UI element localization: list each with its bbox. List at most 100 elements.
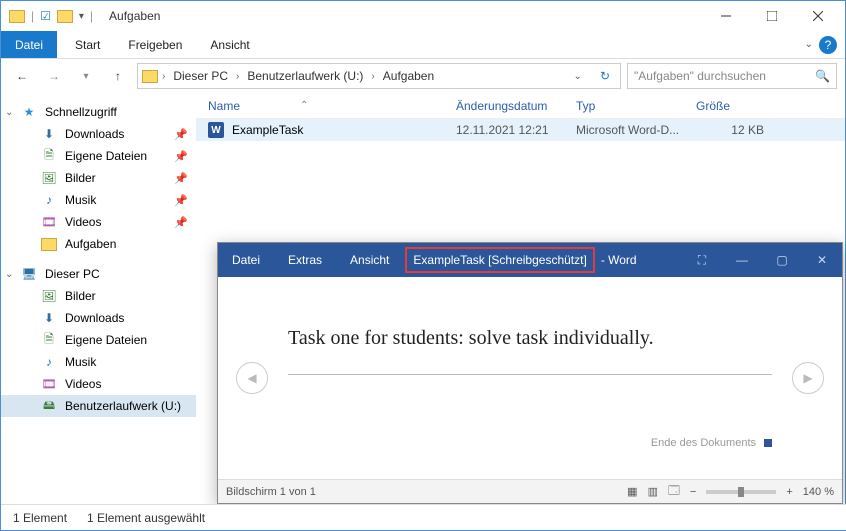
word-tab-extras[interactable]: Extras (274, 243, 336, 277)
file-row[interactable]: W ExampleTask 12.11.2021 12:21 Microsoft… (196, 119, 845, 141)
zoom-level[interactable]: 140 % (803, 486, 834, 498)
chevron-right-icon[interactable]: › (236, 71, 239, 82)
folder-icon[interactable] (57, 8, 73, 24)
pc-icon: 🖥 (21, 266, 37, 282)
qat-dropdown-icon[interactable]: ▾ (79, 11, 84, 22)
tab-view[interactable]: Ansicht (196, 31, 263, 58)
search-box[interactable]: "Aufgaben" durchsuchen 🔍 (627, 63, 837, 89)
forward-button[interactable]: → (41, 63, 67, 89)
explorer-title-bar: | ☑ ▾ | Aufgaben (1, 1, 845, 31)
help-icon[interactable]: ? (819, 36, 837, 54)
sidebar-item-documents[interactable]: 🗎Eigene Dateien📌 (1, 145, 196, 167)
word-document-icon: W (208, 122, 224, 138)
pin-icon: 📌 (174, 150, 188, 163)
word-status-bar: Bildschirm 1 von 1 ▦ ▥ 🗔 − + 140 % (218, 479, 842, 503)
sidebar-item-downloads[interactable]: ⬇ Downloads 📌 (1, 123, 196, 145)
back-button[interactable]: ← (9, 63, 35, 89)
expand-icon[interactable]: ⌄ (5, 107, 13, 118)
word-title-bar: Datei Extras Ansicht ExampleTask [Schrei… (218, 243, 842, 277)
sidebar-label: Eigene Dateien (65, 333, 147, 347)
sidebar-item-aufgaben[interactable]: Aufgaben (1, 233, 196, 255)
document-text: Task one for students: solve task indivi… (288, 327, 772, 350)
sidebar-item-drive-u[interactable]: 🖴Benutzerlaufwerk (U:) (1, 395, 196, 417)
refresh-icon[interactable]: ↻ (594, 69, 616, 83)
sidebar-label: Musik (65, 355, 96, 369)
quick-access-group: ⌄ ★ Schnellzugriff ⬇ Downloads 📌 🗎Eigene D… (1, 101, 196, 255)
word-document-body[interactable]: ◀ ▶ Task one for students: solve task in… (218, 277, 842, 479)
quick-access-toolbar: | ☑ ▾ | (5, 8, 93, 24)
sidebar-this-pc[interactable]: ⌄ 🖥 Dieser PC (1, 263, 196, 285)
tab-file[interactable]: Datei (1, 31, 57, 58)
history-dropdown[interactable]: ▾ (73, 63, 99, 89)
word-document-title-highlight: ExampleTask [Schreibgeschützt] (405, 247, 594, 273)
sidebar-item-documents[interactable]: 🗎 Eigene Dateien (1, 329, 196, 351)
column-date[interactable]: Änderungsdatum (456, 99, 576, 113)
word-fullscreen-button[interactable]: ⛶ (682, 243, 722, 277)
close-button[interactable] (795, 1, 841, 31)
window-title: Aufgaben (109, 9, 160, 23)
minimize-button[interactable] (703, 1, 749, 31)
word-close-button[interactable]: ✕ (802, 243, 842, 277)
sidebar-label: Videos (65, 215, 101, 229)
download-icon: ⬇ (41, 126, 57, 142)
word-tab-file[interactable]: Datei (218, 243, 274, 277)
navigation-pane: ⌄ ★ Schnellzugriff ⬇Downloads📌 🗎Eigene D… (1, 93, 196, 499)
sidebar-label: Aufgaben (65, 237, 116, 251)
chevron-right-icon[interactable]: › (371, 71, 374, 82)
videos-icon: 🎞 (41, 376, 57, 392)
sidebar-item-pictures[interactable]: 🖼Bilder📌 (1, 167, 196, 189)
documents-icon: 🗎 (41, 332, 57, 348)
sidebar-quick-access[interactable]: ⌄ ★ Schnellzugriff (1, 101, 196, 123)
expand-icon[interactable]: ⌄ (5, 269, 13, 280)
status-selected-count: 1 Element ausgewählt (87, 511, 205, 525)
next-page-button[interactable]: ▶ (792, 362, 824, 394)
music-icon: ♪ (41, 192, 57, 208)
sidebar-item-videos[interactable]: 🎞Videos📌 (1, 211, 196, 233)
file-name: ExampleTask (232, 123, 303, 137)
zoom-in-button[interactable]: + (786, 486, 792, 498)
tab-start[interactable]: Start (61, 31, 114, 58)
pictures-icon: 🖼 (41, 170, 57, 186)
column-size[interactable]: Größe (696, 99, 776, 113)
word-maximize-button[interactable]: ▢ (762, 243, 802, 277)
sidebar-item-pictures[interactable]: 🖼Bilder (1, 285, 196, 307)
this-pc-group: ⌄ 🖥 Dieser PC 🖼Bilder ⬇Downloads 🗎 Eigene… (1, 263, 196, 417)
star-icon: ★ (21, 104, 37, 120)
word-tab-view[interactable]: Ansicht (336, 243, 403, 277)
word-minimize-button[interactable]: — (722, 243, 762, 277)
maximize-button[interactable] (749, 1, 795, 31)
file-size: 12 KB (696, 123, 776, 137)
pin-icon: 📌 (174, 128, 188, 141)
prev-page-button[interactable]: ◀ (236, 362, 268, 394)
videos-icon: 🎞 (41, 214, 57, 230)
checkbox-icon[interactable]: ☑ (40, 9, 51, 23)
chevron-right-icon[interactable]: › (162, 71, 165, 82)
zoom-out-button[interactable]: − (690, 486, 696, 498)
sidebar-item-videos[interactable]: 🎞Videos (1, 373, 196, 395)
breadcrumb[interactable]: Aufgaben (379, 69, 438, 83)
address-bar[interactable]: › Dieser PC › Benutzerlaufwerk (U:) › Au… (137, 63, 621, 89)
status-item-count: 1 Element (13, 511, 67, 525)
print-layout-icon[interactable]: ▥ (648, 485, 658, 498)
sidebar-item-music[interactable]: ♪Musik📌 (1, 189, 196, 211)
breadcrumb[interactable]: Dieser PC (169, 69, 232, 83)
document-rule (288, 374, 772, 375)
sidebar-label: Downloads (65, 127, 124, 141)
column-type[interactable]: Typ (576, 99, 696, 113)
tab-share[interactable]: Freigeben (114, 31, 196, 58)
up-button[interactable]: ↑ (105, 63, 131, 89)
sidebar-label: Bilder (65, 171, 96, 185)
sidebar-item-music[interactable]: ♪Musik (1, 351, 196, 373)
column-name[interactable]: Name⌃ (196, 99, 456, 113)
address-dropdown-icon[interactable]: ⌄ (568, 71, 588, 82)
file-name-cell: W ExampleTask (196, 122, 456, 138)
read-mode-icon[interactable]: ▦ (627, 485, 637, 498)
sort-indicator-icon: ⌃ (300, 100, 308, 111)
ribbon-expand-icon[interactable]: ⌄ (805, 39, 813, 50)
sidebar-item-downloads[interactable]: ⬇Downloads (1, 307, 196, 329)
breadcrumb[interactable]: Benutzerlaufwerk (U:) (243, 69, 367, 83)
qat-sep: | (90, 9, 93, 23)
word-page-indicator[interactable]: Bildschirm 1 von 1 (226, 486, 316, 498)
web-layout-icon[interactable]: 🗔 (668, 482, 680, 501)
zoom-slider[interactable] (706, 490, 776, 494)
